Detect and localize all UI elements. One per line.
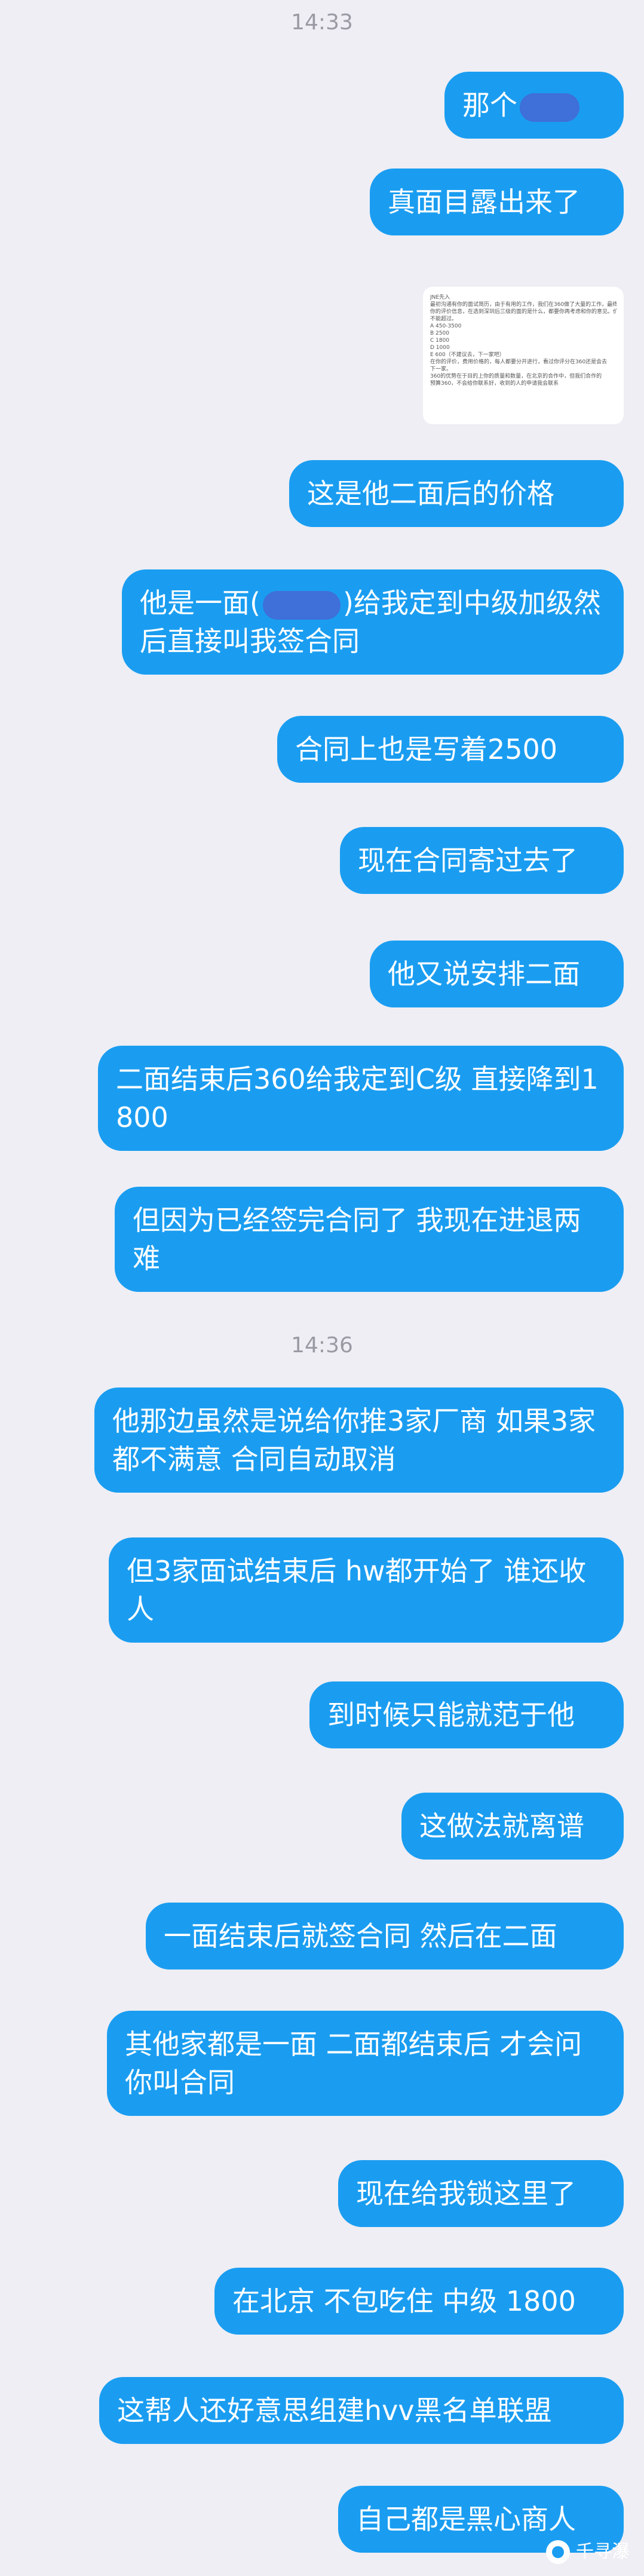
message-text: 他是一面(	[140, 587, 260, 619]
image-line: 在你的评价，费用价格的，每人都要分开进行，看过你评分在360还是会去	[430, 359, 608, 365]
message-bubble[interactable]: 这是他二面后的价格	[289, 460, 624, 527]
timestamp: 14:33	[291, 10, 353, 35]
message-bubble[interactable]: 这做法就离谱	[401, 1793, 624, 1860]
message-bubble[interactable]: 现在给我锁这里了	[338, 2160, 624, 2227]
image-line: 下一家。	[430, 366, 452, 372]
message-bubble[interactable]: 在北京 不包吃住 中级 1800	[214, 2268, 624, 2335]
timestamp: 14:36	[291, 1333, 353, 1358]
message-text: 那个	[462, 89, 517, 121]
message-bubble[interactable]: 他那边虽然是说给你推3家厂商 如果3家都不满意 合同自动取消	[94, 1387, 624, 1493]
image-line: B 2500	[430, 330, 449, 336]
message-text: 真面目露出来了	[388, 186, 580, 218]
message-bubble[interactable]: 但因为已经签完合同了 我现在进退两难	[115, 1187, 624, 1292]
message-text: 其他家都是一面 二面都结束后 才会问你叫合同	[125, 2028, 582, 2099]
image-line: 不能超过。	[430, 316, 458, 322]
message-text: 在北京 不包吃住 中级 1800	[232, 2285, 576, 2317]
image-line: 最初沟通有你的面试简历，由于有用的工作，我们在360做了大量的工作，最终形成了	[430, 302, 617, 308]
message-bubble[interactable]: 其他家都是一面 二面都结束后 才会问你叫合同	[107, 2011, 624, 2116]
message-bubble[interactable]: 现在合同寄过去了	[340, 827, 624, 894]
message-text: 二面结束后360给我定到C级 直接降到1800	[116, 1063, 599, 1134]
message-text: 现在合同寄过去了	[358, 844, 578, 877]
image-line: JNE先入	[430, 295, 450, 301]
watermark-text: 千寻瀑	[576, 2541, 630, 2562]
message-bubble[interactable]: 他是一面()给我定到中级加级然后直接叫我签合同	[122, 569, 624, 675]
message-text: 这是他二面后的价格	[307, 477, 554, 510]
image-line: 360的优势在于目的上你的质量和数量，在北京的合作中，但我们合作的	[430, 373, 602, 379]
message-bubble[interactable]: 但3家面试结束后 hw都开始了 谁还收人	[109, 1537, 624, 1643]
message-text: 但3家面试结束后 hw都开始了 谁还收人	[127, 1555, 587, 1625]
message-text: 合同上也是写着2500	[295, 733, 558, 765]
message-bubble[interactable]: 一面结束后就签合同 然后在二面	[146, 1903, 624, 1969]
message-bubble[interactable]: 真面目露出来了	[370, 169, 624, 235]
message-text: 他那边虽然是说给你推3家厂商 如果3家都不满意 合同自动取消	[112, 1405, 596, 1475]
message-text: 这帮人还好意思组建hvv黑名单联盟	[117, 2394, 552, 2427]
message-text: 但因为已经签完合同了 我现在进退两难	[133, 1204, 581, 1275]
watermark: 千寻瀑	[546, 2540, 630, 2564]
message-bubble[interactable]: 他又说安排二面	[370, 941, 624, 1007]
image-line: 你的评价信息，在选到深圳后三级的面的是什么，都要你再考虑和你的意见。价格	[430, 309, 617, 315]
watermark-icon	[546, 2540, 570, 2564]
redaction-mark	[262, 590, 341, 620]
chat-view: 14:33 那个 真面目露出来了 JNE先入 最初沟通有你的面试简历，由于有用的…	[0, 0, 644, 2576]
message-text: 一面结束后就签合同 然后在二面	[164, 1920, 557, 1952]
message-bubble[interactable]: 这帮人还好意思组建hvv黑名单联盟	[99, 2377, 624, 2444]
image-line: 预算360，不会给你联系好，收到的人的申请我会联系	[430, 381, 559, 387]
image-line: D 1000	[430, 345, 450, 351]
message-bubble[interactable]: 那个	[444, 72, 624, 139]
message-text: 他又说安排二面	[388, 958, 580, 990]
redaction-mark	[520, 93, 579, 122]
image-message[interactable]: JNE先入 最初沟通有你的面试简历，由于有用的工作，我们在360做了大量的工作，…	[423, 287, 624, 424]
message-bubble[interactable]: 二面结束后360给我定到C级 直接降到1800	[98, 1046, 624, 1151]
image-line: C 1800	[430, 338, 450, 344]
message-text: 现在给我锁这里了	[356, 2177, 576, 2210]
message-text: 这做法就离谱	[419, 1810, 584, 1842]
message-text: 自己都是黑心商人	[356, 2503, 576, 2535]
image-line: A 450-3500	[430, 323, 462, 329]
message-text: 到时候只能就范于他	[327, 1699, 575, 1731]
image-line: E 600（不建议去，下一家吧）	[430, 352, 505, 358]
message-bubble[interactable]: 合同上也是写着2500	[277, 716, 624, 783]
message-bubble[interactable]: 到时候只能就范于他	[309, 1681, 624, 1748]
